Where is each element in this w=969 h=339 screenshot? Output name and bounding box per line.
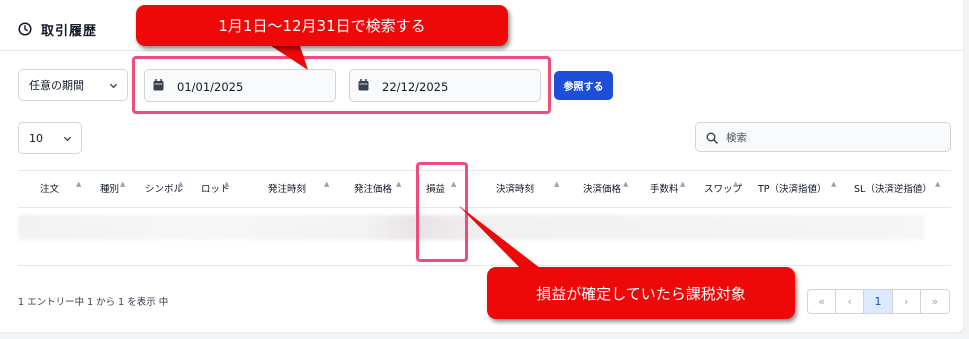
callout-pointer-bottom (458, 205, 540, 268)
callout-date-range: 1月1日～12月31日で検索する (136, 5, 508, 46)
callout-pnl: 損益が確定していたら課税対象 (487, 267, 795, 319)
annotation-arrows (262, 40, 540, 268)
